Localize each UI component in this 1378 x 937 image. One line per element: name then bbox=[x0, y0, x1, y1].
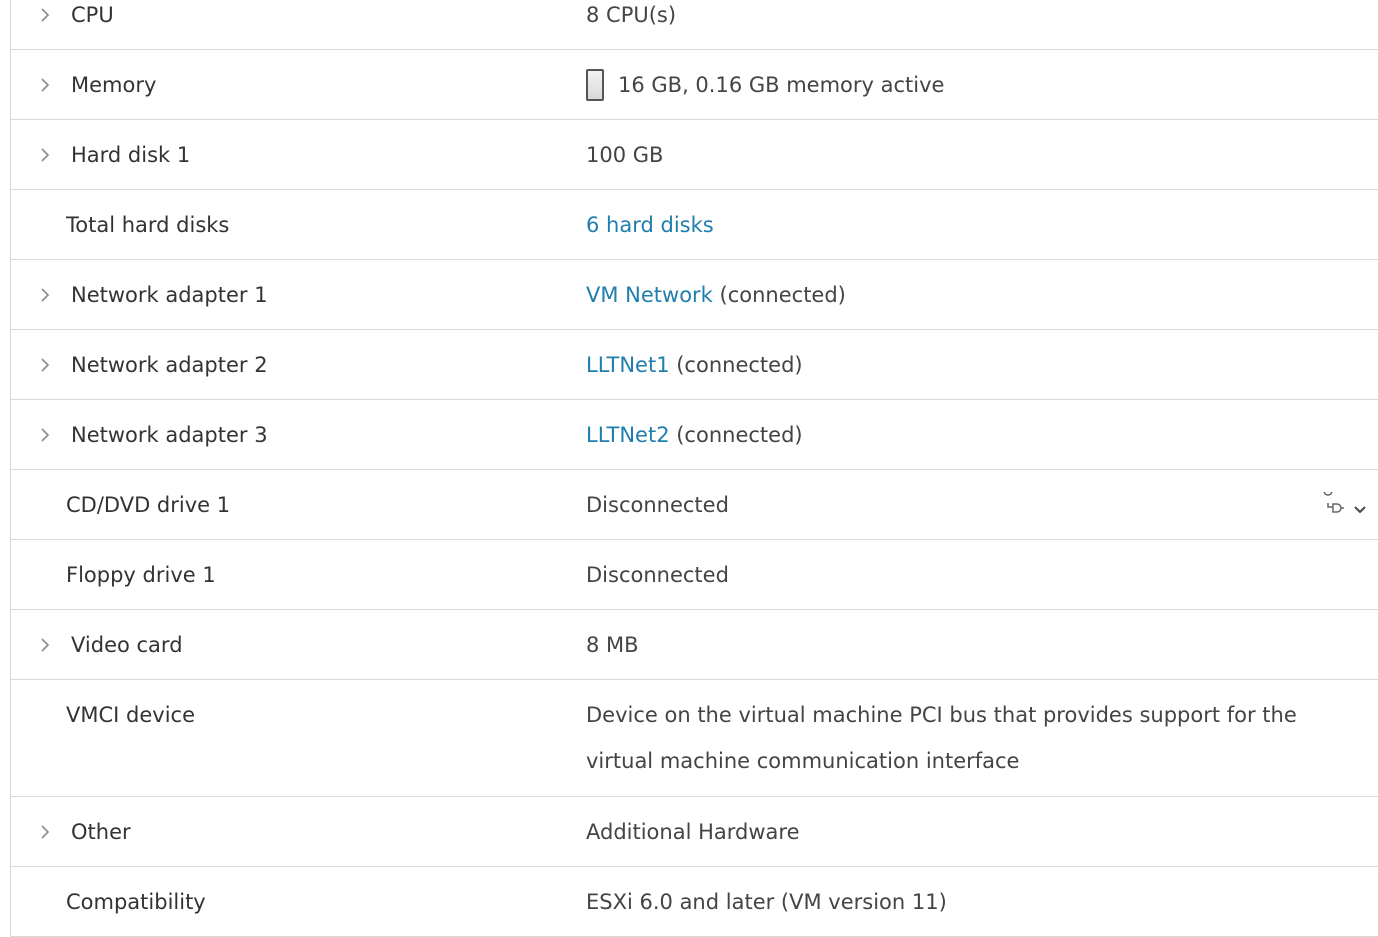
row-value-memory-container: 16 GB, 0.16 GB memory active bbox=[586, 50, 944, 120]
hardware-row-network-adapter-1: Network adapter 1 VM Network (connected) bbox=[11, 260, 1378, 330]
row-label-cpu: CPU bbox=[71, 3, 114, 27]
hardware-row-floppy-drive-1: Floppy drive 1 Disconnected bbox=[11, 540, 1378, 610]
row-label-network-adapter-2: Network adapter 2 bbox=[71, 353, 268, 377]
row-value-hard-disk-1: 100 GB bbox=[586, 143, 664, 167]
row-label-cd-dvd-drive-1: CD/DVD drive 1 bbox=[66, 493, 231, 517]
row-label-compatibility: Compatibility bbox=[66, 890, 206, 914]
hardware-row-network-adapter-3: Network adapter 3 LLTNet2 (connected) bbox=[11, 400, 1378, 470]
network-link-lltnet1[interactable]: LLTNet1 bbox=[586, 330, 670, 400]
chevron-right-icon[interactable] bbox=[37, 283, 53, 307]
total-hard-disks-link[interactable]: 6 hard disks bbox=[586, 190, 714, 260]
chevron-right-icon[interactable] bbox=[37, 633, 53, 657]
chevron-down-icon[interactable] bbox=[1353, 496, 1367, 520]
network-link-lltnet2[interactable]: LLTNet2 bbox=[586, 400, 670, 470]
chevron-right-icon[interactable] bbox=[37, 3, 53, 27]
row-value-compatibility: ESXi 6.0 and later (VM version 11) bbox=[586, 890, 947, 914]
row-value-memory: 16 GB, 0.16 GB memory active bbox=[618, 73, 945, 97]
row-label-hard-disk-1: Hard disk 1 bbox=[71, 143, 191, 167]
chevron-right-icon[interactable] bbox=[37, 820, 53, 844]
hardware-row-cd-dvd-drive-1: CD/DVD drive 1 Disconnected bbox=[11, 470, 1378, 540]
hardware-row-hard-disk-1: Hard disk 1 100 GB bbox=[11, 120, 1378, 190]
row-label-video-card: Video card bbox=[71, 633, 183, 657]
row-label-memory: Memory bbox=[71, 73, 157, 97]
row-value-total-hard-disks: 6 hard disks bbox=[586, 190, 714, 260]
chevron-right-icon[interactable] bbox=[37, 423, 53, 447]
row-value-network-adapter-2: LLTNet1 (connected) bbox=[586, 330, 803, 400]
row-label-total-hard-disks: Total hard disks bbox=[66, 213, 230, 237]
row-value-vmci-device: Device on the virtual machine PCI bus th… bbox=[586, 703, 1297, 773]
hardware-row-vmci-device: VMCI device Device on the virtual machin… bbox=[11, 680, 1378, 797]
network-link-vm-network[interactable]: VM Network bbox=[586, 260, 713, 330]
vm-hardware-panel: CPU 8 CPU(s) Memory 16 GB, 0.16 GB memor… bbox=[10, 0, 1378, 937]
row-value-network-adapter-1: VM Network (connected) bbox=[586, 260, 846, 330]
hardware-row-total-hard-disks: Total hard disks 6 hard disks bbox=[11, 190, 1378, 260]
chevron-right-icon[interactable] bbox=[37, 353, 53, 377]
connection-status: (connected) bbox=[712, 283, 846, 307]
row-label-floppy-drive-1: Floppy drive 1 bbox=[66, 563, 216, 587]
row-label-other: Other bbox=[71, 820, 131, 844]
row-value-video-card: 8 MB bbox=[586, 633, 639, 657]
connection-status: (connected) bbox=[669, 353, 803, 377]
hardware-row-video-card: Video card 8 MB bbox=[11, 610, 1378, 680]
row-label-vmci-device: VMCI device bbox=[66, 703, 195, 727]
row-value-other: Additional Hardware bbox=[586, 820, 800, 844]
row-value-cpu: 8 CPU(s) bbox=[586, 3, 677, 27]
hardware-row-cpu: CPU 8 CPU(s) bbox=[11, 0, 1378, 50]
memory-bar-icon bbox=[586, 69, 604, 101]
row-value-network-adapter-3: LLTNet2 (connected) bbox=[586, 400, 803, 470]
chevron-right-icon[interactable] bbox=[37, 143, 53, 167]
row-label-network-adapter-1: Network adapter 1 bbox=[71, 283, 268, 307]
connect-dropdown-button[interactable] bbox=[1319, 486, 1367, 523]
hardware-row-network-adapter-2: Network adapter 2 LLTNet1 (connected) bbox=[11, 330, 1378, 400]
hardware-row-compatibility: Compatibility ESXi 6.0 and later (VM ver… bbox=[11, 867, 1378, 937]
hardware-row-other: Other Additional Hardware bbox=[11, 797, 1378, 867]
connection-status: (connected) bbox=[669, 423, 803, 447]
row-label-network-adapter-3: Network adapter 3 bbox=[71, 423, 268, 447]
row-value-cd-dvd-drive-1: Disconnected bbox=[586, 493, 729, 517]
chevron-right-icon[interactable] bbox=[37, 73, 53, 97]
connect-plug-icon[interactable] bbox=[1319, 486, 1347, 523]
hardware-row-memory: Memory 16 GB, 0.16 GB memory active bbox=[11, 50, 1378, 120]
row-value-floppy-drive-1: Disconnected bbox=[586, 563, 729, 587]
